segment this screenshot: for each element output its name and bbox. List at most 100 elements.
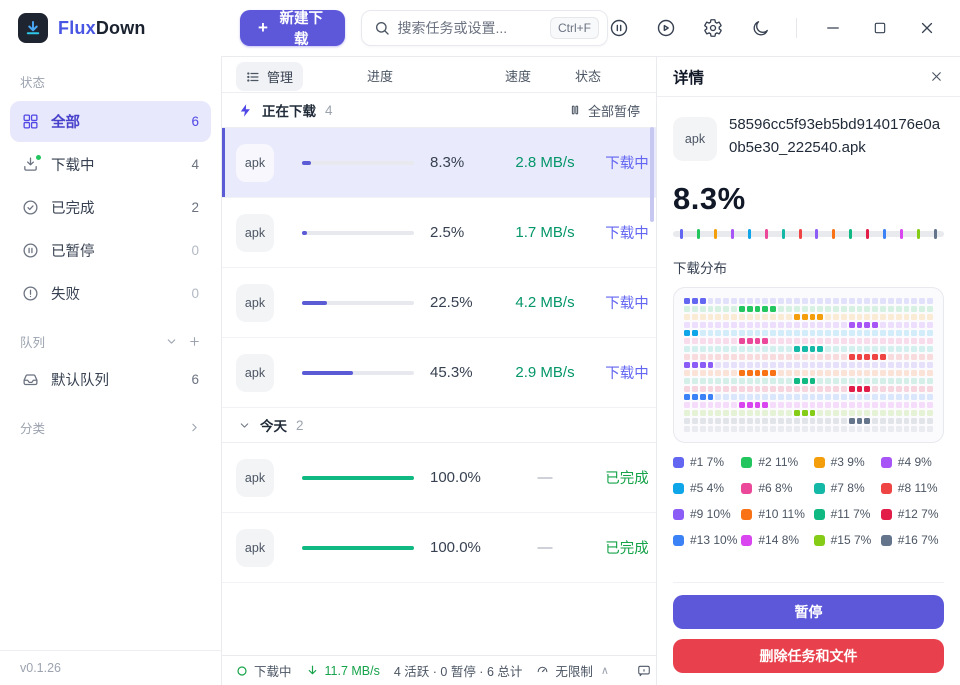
heatmap-cell xyxy=(927,346,933,352)
task-row[interactable]: apk 8.3% 2.8 MB/s 下载中 xyxy=(222,128,656,198)
queue-collapse-chevron-down-icon[interactable] xyxy=(165,335,178,348)
progress-percent: 45.3% xyxy=(430,364,492,381)
sidebar-item-downloading[interactable]: 下载中 4 xyxy=(10,144,211,185)
scrollbar-thumb[interactable] xyxy=(650,127,654,222)
heatmap-cell xyxy=(786,322,792,328)
statusbar-speed-limit[interactable]: 无限制 ∧ xyxy=(536,661,609,680)
heatmap-cell-active xyxy=(810,314,816,320)
heatmap-cell xyxy=(723,346,729,352)
heatmap-cell xyxy=(833,330,839,336)
heatmap-cell xyxy=(755,394,761,400)
legend-item: #3 9% xyxy=(814,455,877,469)
group-header-downloading[interactable]: 正在下载 4 全部暂停 xyxy=(222,93,656,128)
heatmap-cell-active xyxy=(700,298,706,304)
group-header-today[interactable]: 今天 2 xyxy=(222,408,656,443)
heatmap-cell xyxy=(794,362,800,368)
heatmap-cell xyxy=(919,314,925,320)
heatmap-cell xyxy=(825,354,831,360)
heatmap-cell-active xyxy=(755,402,761,408)
distribution-label: 下载分布 xyxy=(673,257,944,277)
heatmap-cell xyxy=(919,338,925,344)
heatmap-cell-active xyxy=(802,314,808,320)
group-title: 今天 xyxy=(260,415,287,435)
progress-bar xyxy=(302,371,414,375)
heatmap-cell xyxy=(927,386,933,392)
heatmap-cell xyxy=(904,338,910,344)
maximize-icon[interactable] xyxy=(869,17,891,39)
heatmap-cell xyxy=(810,298,816,304)
heatmap-cell xyxy=(825,410,831,416)
heatmap-cell xyxy=(810,338,816,344)
speed-value: — xyxy=(492,469,598,486)
sidebar-item-default-queue[interactable]: 默认队列 6 xyxy=(10,359,211,400)
topbar-divider xyxy=(796,18,797,38)
heatmap-cell xyxy=(684,322,690,328)
dark-mode-moon-icon[interactable] xyxy=(749,17,771,39)
legend-label: #14 8% xyxy=(758,533,799,547)
heatmap-cell xyxy=(802,394,808,400)
heatmap-cell xyxy=(857,426,863,432)
close-details-icon[interactable] xyxy=(929,69,944,84)
heatmap-cell xyxy=(802,418,808,424)
pause-task-button[interactable]: 暂停 xyxy=(673,595,944,629)
heatmap-cell xyxy=(841,386,847,392)
feedback-button[interactable]: 反馈 xyxy=(637,661,656,680)
status-badge: 下载中 xyxy=(598,292,656,313)
heatmap-cell xyxy=(723,386,729,392)
delete-task-button[interactable]: 删除任务和文件 xyxy=(673,639,944,673)
heatmap-cell xyxy=(896,322,902,328)
heatmap-cell xyxy=(708,378,714,384)
heatmap-cell xyxy=(778,330,784,336)
legend-item: #13 10% xyxy=(673,533,737,547)
heatmap-cell xyxy=(786,362,792,368)
manage-button[interactable]: 管理 xyxy=(236,62,303,91)
heatmap-cell xyxy=(880,338,886,344)
sidebar-item-failed[interactable]: 失败 0 xyxy=(10,273,211,314)
heatmap-cell xyxy=(794,402,800,408)
task-row[interactable]: apk 22.5% 4.2 MB/s 下载中 xyxy=(222,268,656,338)
add-queue-plus-icon[interactable] xyxy=(188,335,201,348)
heatmap-cell xyxy=(755,386,761,392)
heatmap-cell xyxy=(911,370,917,376)
legend-label: #10 11% xyxy=(758,507,804,521)
task-row[interactable]: apk 100.0% — 已完成 xyxy=(222,443,656,513)
heatmap-cell xyxy=(786,394,792,400)
heatmap-cell xyxy=(849,330,855,336)
task-row[interactable]: apk 45.3% 2.9 MB/s 下载中 xyxy=(222,338,656,408)
minimize-icon[interactable] xyxy=(822,17,844,39)
task-row[interactable]: apk 100.0% — 已完成 xyxy=(222,513,656,583)
settings-gear-icon[interactable] xyxy=(702,17,724,39)
heatmap-cell-active xyxy=(817,346,823,352)
sidebar-item-completed[interactable]: 已完成 2 xyxy=(10,187,211,228)
resume-all-icon[interactable] xyxy=(655,17,677,39)
heatmap-cell xyxy=(731,298,737,304)
heatmap-cell xyxy=(715,394,721,400)
heatmap-cell xyxy=(731,362,737,368)
new-download-button[interactable]: + 新建下载 xyxy=(240,10,345,46)
task-row[interactable]: apk 2.5% 1.7 MB/s 下载中 xyxy=(222,198,656,268)
heatmap-cell xyxy=(715,330,721,336)
search-input[interactable]: 搜索任务或设置... Ctrl+F xyxy=(361,10,609,46)
pause-all-group-button[interactable]: 全部暂停 xyxy=(568,101,640,120)
progress-bar xyxy=(302,301,414,305)
heatmap-cell xyxy=(755,362,761,368)
heatmap-cell xyxy=(786,370,792,376)
status-badge: 下载中 xyxy=(598,362,656,383)
heatmap-cell xyxy=(715,346,721,352)
close-icon[interactable] xyxy=(916,17,938,39)
heatmap-cell xyxy=(911,386,917,392)
progress-bar xyxy=(302,476,414,480)
heatmap-cell xyxy=(770,298,776,304)
heatmap-cell xyxy=(896,418,902,424)
sidebar-item-paused[interactable]: 已暂停 0 xyxy=(10,230,211,271)
sidebar-status-label: 状态 xyxy=(0,62,221,99)
heatmap-cell xyxy=(708,298,714,304)
heatmap-cell xyxy=(880,362,886,368)
pause-all-icon[interactable] xyxy=(608,17,630,39)
heatmap-cell xyxy=(880,410,886,416)
heatmap-cell xyxy=(778,338,784,344)
sidebar-category-section[interactable]: 分类 xyxy=(0,402,221,443)
check-circle-icon xyxy=(22,199,39,216)
heatmap-cell xyxy=(919,362,925,368)
sidebar-item-all[interactable]: 全部 6 xyxy=(10,101,211,142)
